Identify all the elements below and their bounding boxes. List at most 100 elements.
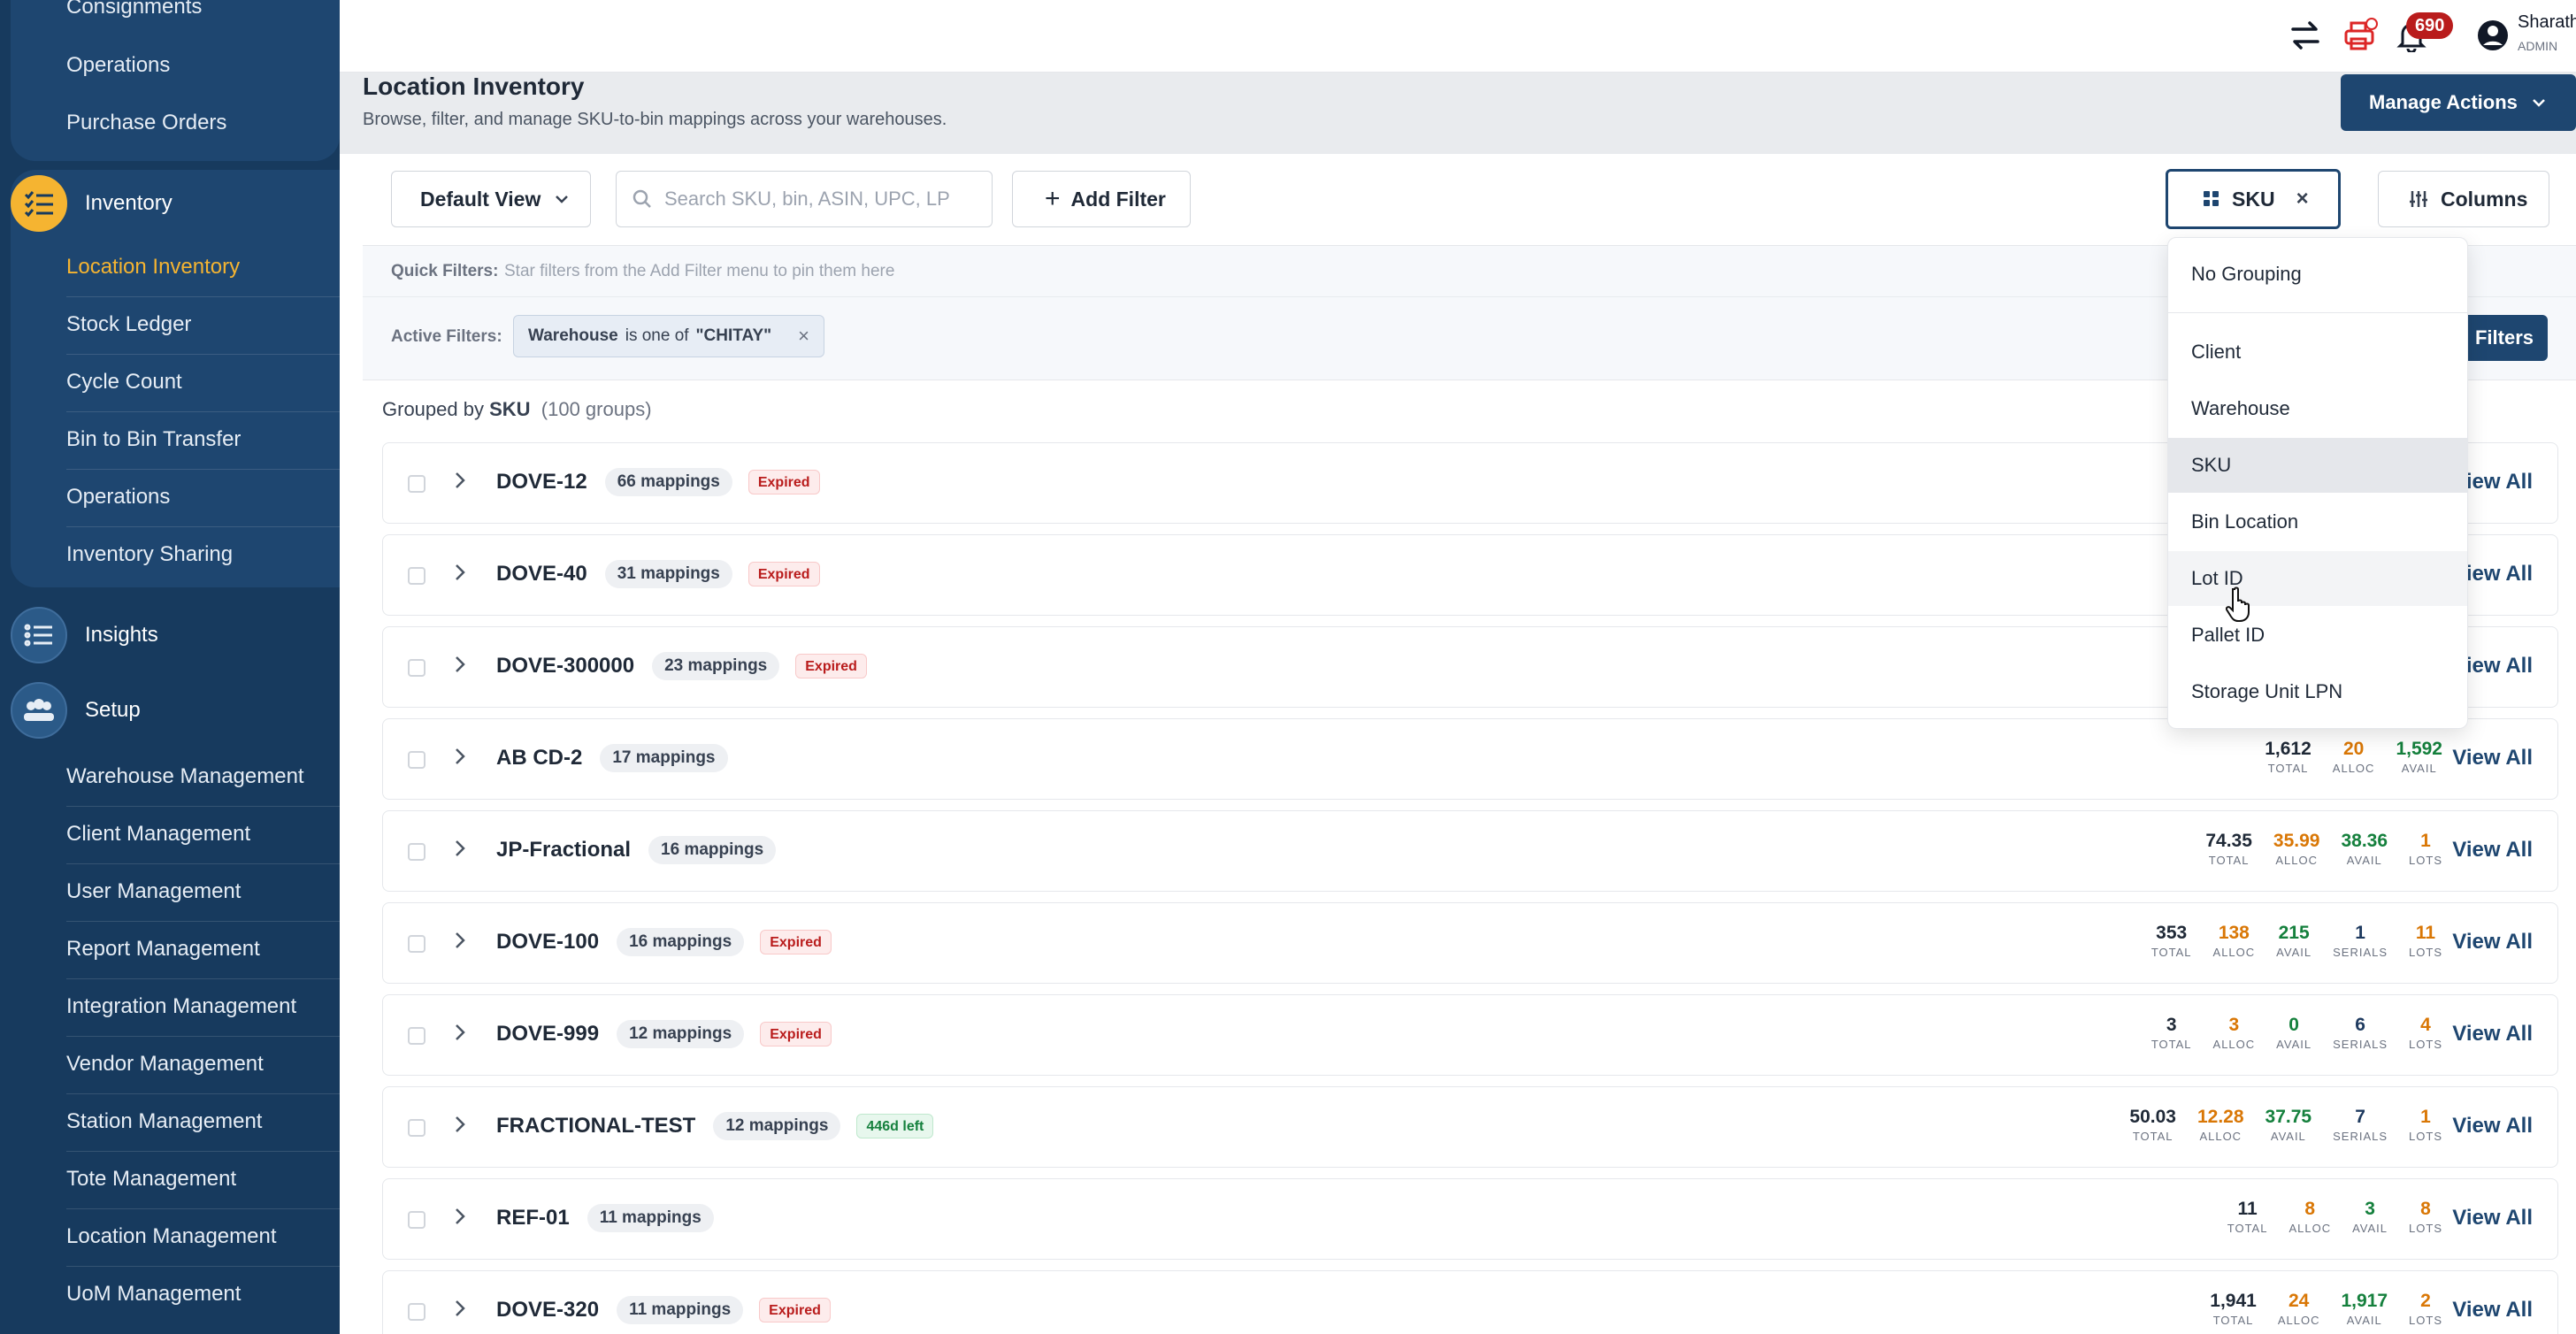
sidebar-item-warehouse-management[interactable]: Warehouse Management <box>66 764 304 789</box>
sidebar-item-operations-top[interactable]: Operations <box>66 53 170 78</box>
group-row[interactable]: DOVE-100 16 mappings Expired 353 TOTAL 138 ALL… <box>382 902 2558 984</box>
sidebar-item-tote-management[interactable]: Tote Management <box>66 1167 236 1192</box>
sidebar-item-location-inventory[interactable]: Location Inventory <box>66 255 240 280</box>
sidebar-item-insights[interactable]: Insights <box>11 607 158 663</box>
divider <box>66 526 340 527</box>
sidebar-item-stock-ledger[interactable]: Stock Ledger <box>66 312 191 337</box>
sidebar-item-client-management[interactable]: Client Management <box>66 822 250 847</box>
stat-key: TOTAL <box>2132 1130 2174 1143</box>
row-checkbox[interactable] <box>408 1027 426 1045</box>
group-row[interactable]: JP-Fractional 16 mappings 74.35 TOTAL 35.99 A… <box>382 810 2558 892</box>
stat-value: 138 <box>2218 923 2250 943</box>
row-stats: 353 TOTAL 138 ALLOC 215 AVAIL 1 SERIALS 11 LOTS <box>2151 923 2442 959</box>
add-filter-button[interactable]: + Add Filter <box>1012 171 1191 227</box>
dropdown-option[interactable]: Pallet ID <box>2168 608 2467 663</box>
dropdown-option[interactable]: No Grouping <box>2168 247 2467 302</box>
close-icon[interactable]: × <box>798 325 809 348</box>
view-select[interactable]: Default View <box>391 171 591 227</box>
chevron-right-icon[interactable] <box>454 838 466 859</box>
view-all-link[interactable]: View All <box>2452 838 2533 862</box>
sidebar-item-user-management[interactable]: User Management <box>66 879 241 904</box>
row-checkbox[interactable] <box>408 751 426 769</box>
sidebar-item-inventory-sharing[interactable]: Inventory Sharing <box>66 542 233 567</box>
sidebar-item-uom-management[interactable]: UoM Management <box>66 1282 241 1307</box>
grid-icon <box>2204 191 2219 206</box>
stat-key: TOTAL <box>2227 1222 2268 1235</box>
active-filter-chip[interactable]: Warehouse is one of "CHITAY" × <box>513 315 824 357</box>
row-checkbox[interactable] <box>408 843 426 861</box>
row-checkbox[interactable] <box>408 1119 426 1137</box>
chevron-right-icon[interactable] <box>454 654 466 675</box>
stat-alloc: 35.99 ALLOC <box>2273 831 2320 867</box>
group-row[interactable]: REF-01 11 mappings 11 TOTAL 8 ALLOC 3 AVAIL 8 LOT… <box>382 1178 2558 1260</box>
chevron-right-icon[interactable] <box>454 746 466 767</box>
stat-value: 8 <box>2304 1199 2316 1219</box>
row-checkbox[interactable] <box>408 567 426 585</box>
stat-value: 1,592 <box>2396 739 2442 759</box>
expiry-tag: Expired <box>760 1022 832 1046</box>
chevron-right-icon[interactable] <box>454 470 466 491</box>
sidebar-item-integration-management[interactable]: Integration Management <box>66 994 296 1019</box>
view-all-link[interactable]: View All <box>2452 930 2533 954</box>
sidebar-item-cycle-count[interactable]: Cycle Count <box>66 370 182 395</box>
group-row[interactable]: DOVE-320 11 mappings Expired 1,941 TOTAL 24 AL… <box>382 1270 2558 1334</box>
chevron-right-icon[interactable] <box>454 1022 466 1043</box>
row-meta: 12 mappings 446d left <box>713 1112 934 1140</box>
sidebar-item-inventory[interactable]: Inventory <box>11 175 172 232</box>
group-row[interactable]: FRACTIONAL-TEST 12 mappings 446d left 50.03… <box>382 1086 2558 1168</box>
swap-icon[interactable] <box>2286 16 2325 55</box>
mappings-count: 12 mappings <box>617 1020 745 1048</box>
chevron-right-icon[interactable] <box>454 1206 466 1227</box>
printer-icon[interactable] <box>2341 16 2380 55</box>
divider <box>66 469 340 470</box>
row-checkbox[interactable] <box>408 935 426 953</box>
user-icon[interactable] <box>2473 16 2512 55</box>
view-all-link[interactable]: View All <box>2452 746 2533 770</box>
mappings-count: 11 mappings <box>617 1296 744 1324</box>
sidebar-item-location-management[interactable]: Location Management <box>66 1224 277 1249</box>
dropdown-option[interactable]: Storage Unit LPN <box>2168 664 2467 719</box>
sidebar-item-operations[interactable]: Operations <box>66 485 170 510</box>
search-input[interactable] <box>664 188 983 211</box>
dropdown-option[interactable]: SKU <box>2168 438 2467 493</box>
dropdown-option[interactable]: Lot ID <box>2168 551 2467 606</box>
manage-actions-button[interactable]: Manage Actions <box>2341 74 2576 131</box>
chevron-down-icon <box>2533 99 2545 107</box>
sidebar-item-report-management[interactable]: Report Management <box>66 937 260 962</box>
chevron-right-icon[interactable] <box>454 1114 466 1135</box>
dropdown-option[interactable]: Warehouse <box>2168 381 2467 436</box>
user-name[interactable]: Sharath <box>2518 12 2576 33</box>
notification-badge: 690 <box>2406 12 2454 39</box>
view-all-link[interactable]: View All <box>2452 1022 2533 1046</box>
sidebar-item-station-management[interactable]: Station Management <box>66 1109 262 1134</box>
view-all-link[interactable]: View All <box>2452 1298 2533 1322</box>
grouping-chip[interactable]: SKU × <box>2166 169 2341 229</box>
row-stats: 1,941 TOTAL 24 ALLOC 1,917 AVAIL 2 LOTS <box>2210 1291 2442 1327</box>
chevron-right-icon[interactable] <box>454 562 466 583</box>
add-filter-label: Add Filter <box>1070 187 1166 211</box>
sidebar-item-vendor-management[interactable]: Vendor Management <box>66 1052 264 1077</box>
group-row[interactable]: AB CD-2 17 mappings 1,612 TOTAL 20 ALLOC 1,592… <box>382 718 2558 800</box>
row-checkbox[interactable] <box>408 1211 426 1229</box>
sidebar-item-setup[interactable]: Setup <box>11 682 141 739</box>
mappings-count: 23 mappings <box>652 652 780 680</box>
view-all-link[interactable]: View All <box>2452 1206 2533 1230</box>
page-subtitle: Browse, filter, and manage SKU-to-bin ma… <box>363 110 947 129</box>
dropdown-option[interactable]: Client <box>2168 325 2467 380</box>
dropdown-option[interactable]: Bin Location <box>2168 494 2467 549</box>
row-checkbox[interactable] <box>408 475 426 493</box>
columns-button[interactable]: Columns <box>2378 171 2549 227</box>
divider <box>66 1208 340 1209</box>
sidebar-item-consignments[interactable]: Consignments <box>66 0 202 19</box>
stat-key: LOTS <box>2409 1222 2442 1235</box>
group-row[interactable]: DOVE-999 12 mappings Expired 3 TOTAL 3 ALLOC 0 A… <box>382 994 2558 1076</box>
row-checkbox[interactable] <box>408 659 426 677</box>
chevron-right-icon[interactable] <box>454 1298 466 1319</box>
sidebar-item-bin-to-bin-transfer[interactable]: Bin to Bin Transfer <box>66 427 241 452</box>
view-all-link[interactable]: View All <box>2452 1114 2533 1138</box>
sidebar-item-purchase-orders[interactable]: Purchase Orders <box>66 111 226 135</box>
row-checkbox[interactable] <box>408 1303 426 1321</box>
insights-list-icon <box>11 607 67 663</box>
chevron-right-icon[interactable] <box>454 930 466 951</box>
close-icon[interactable]: × <box>2296 187 2309 211</box>
